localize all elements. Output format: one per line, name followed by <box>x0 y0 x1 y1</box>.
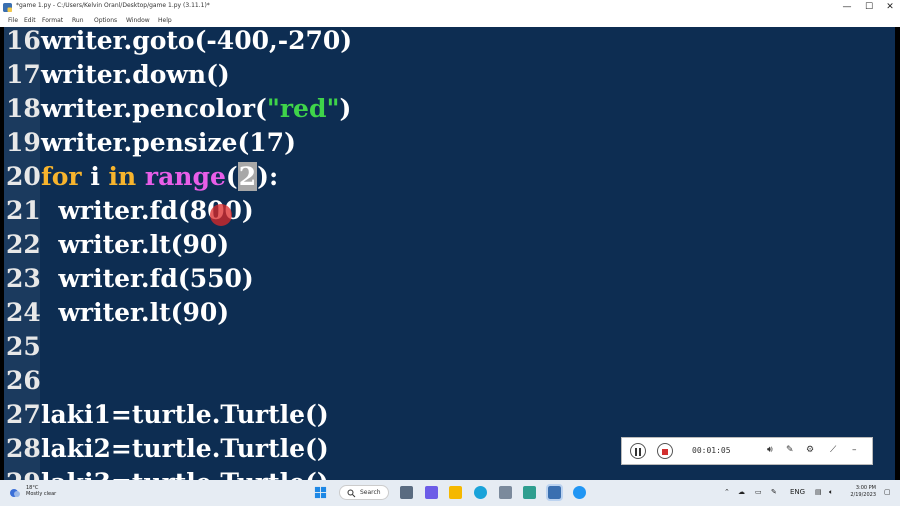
speaker-icon[interactable]: 🔊︎ <box>767 445 773 455</box>
pause-button[interactable] <box>630 443 646 459</box>
code-line[interactable]: 27 laki1=turtle.Turtle() <box>4 398 895 432</box>
weather-widget[interactable]: 18°C Mostly clear <box>26 485 56 497</box>
windows-start-icon[interactable] <box>314 486 327 499</box>
display-icon[interactable]: ▭ <box>755 488 762 496</box>
menu-bar: File Edit Format Run Options Window Help <box>0 15 900 27</box>
app-icon[interactable] <box>523 486 536 499</box>
line-number: 19 <box>6 128 41 157</box>
line-number: 27 <box>6 400 41 429</box>
line-number: 17 <box>6 60 41 89</box>
chat-icon[interactable] <box>425 486 438 499</box>
line-number: 25 <box>6 332 41 361</box>
pen-icon[interactable]: ✎ <box>786 445 794 455</box>
code-line[interactable]: 22 writer.lt(90) <box>4 228 895 262</box>
pen-tray-icon[interactable]: ✎ <box>771 488 777 496</box>
line-number: 23 <box>6 264 41 293</box>
screen-recorder-toolbar: 00:01:05 🔊︎ ✎ ⚙ ⟋ – <box>621 437 873 465</box>
webcam-icon[interactable]: ⚙ <box>806 445 814 455</box>
close-button[interactable]: ✕ <box>880 0 900 15</box>
minimize-recorder-icon[interactable]: – <box>852 445 857 455</box>
network-icon[interactable]: ▤ <box>815 488 822 496</box>
weather-icon[interactable] <box>8 486 22 500</box>
menu-window[interactable]: Window <box>126 17 150 24</box>
language-indicator[interactable]: ENG <box>790 488 805 496</box>
mouse-click-highlight <box>210 204 232 226</box>
code-line[interactable]: 23 writer.fd(550) <box>4 262 895 296</box>
code-line[interactable]: 19 writer.pensize(17) <box>4 126 895 160</box>
code-line[interactable]: 17 writer.down() <box>4 58 895 92</box>
minimize-button[interactable]: — <box>837 0 857 15</box>
window-title: *game 1.py - C:/Users/Kelvin Oranl/Deskt… <box>16 2 210 9</box>
task-view-icon[interactable] <box>400 486 413 499</box>
file-explorer-icon[interactable] <box>449 486 462 499</box>
taskbar: 18°C Mostly clear Search ⌃ ☁ ▭ ✎ ENG ▤ 🔈… <box>0 480 900 506</box>
notification-icon[interactable]: ▢ <box>884 488 891 496</box>
stop-icon <box>662 449 668 455</box>
text-cursor-selection: 2 <box>237 162 258 191</box>
code-line[interactable]: 29 laki3=turtle.Turtle() <box>4 466 895 480</box>
edge-browser-icon[interactable] <box>474 486 487 499</box>
menu-edit[interactable]: Edit <box>24 17 36 24</box>
title-bar: *game 1.py - C:/Users/Kelvin Oranl/Deskt… <box>0 0 900 15</box>
line-number: 16 <box>6 27 41 55</box>
recording-timer: 00:01:05 <box>692 446 731 455</box>
stop-button[interactable] <box>657 443 673 459</box>
code-editor[interactable]: 16 writer.goto(-400,-270) 17 writer.down… <box>4 27 895 480</box>
menu-format[interactable]: Format <box>42 17 63 24</box>
line-number: 24 <box>6 298 41 327</box>
line-number: 26 <box>6 366 41 395</box>
line-number: 18 <box>6 94 41 123</box>
code-line[interactable]: 16 writer.goto(-400,-270) <box>4 27 895 58</box>
cloud-icon[interactable]: ☁ <box>738 488 745 496</box>
search-icon <box>347 489 356 498</box>
line-number: 28 <box>6 434 41 463</box>
recorder-taskbar-icon[interactable] <box>573 486 586 499</box>
code-line[interactable]: 21 writer.fd(800) <box>4 194 895 228</box>
code-line[interactable]: 25 <box>4 330 895 364</box>
python-taskbar-icon[interactable] <box>546 484 563 501</box>
string-literal: "red" <box>266 94 340 123</box>
chevron-up-icon[interactable]: ⌃ <box>724 488 730 496</box>
pause-icon <box>635 448 641 456</box>
code-line[interactable]: 20 for i in range(2): <box>4 160 895 194</box>
draw-icon[interactable]: ⟋ <box>830 445 836 455</box>
line-number: 21 <box>6 196 41 225</box>
menu-file[interactable]: File <box>8 17 18 24</box>
python-idle-icon <box>3 3 12 12</box>
code-line[interactable]: 26 <box>4 364 895 398</box>
volume-icon[interactable]: 🔈︎ <box>829 488 833 497</box>
menu-run[interactable]: Run <box>72 17 84 24</box>
menu-options[interactable]: Options <box>94 17 117 24</box>
line-number: 20 <box>6 162 41 191</box>
line-number: 29 <box>6 466 41 480</box>
taskbar-search[interactable]: Search <box>339 485 389 500</box>
line-number: 22 <box>6 230 41 259</box>
maximize-button[interactable]: ☐ <box>859 0 879 15</box>
clock[interactable]: 3:00 PM 2/19/2023 <box>846 485 876 499</box>
menu-help[interactable]: Help <box>158 17 172 24</box>
code-line[interactable]: 18 writer.pencolor("red") <box>4 92 895 126</box>
store-icon[interactable] <box>499 486 512 499</box>
code-line[interactable]: 24 writer.lt(90) <box>4 296 895 330</box>
